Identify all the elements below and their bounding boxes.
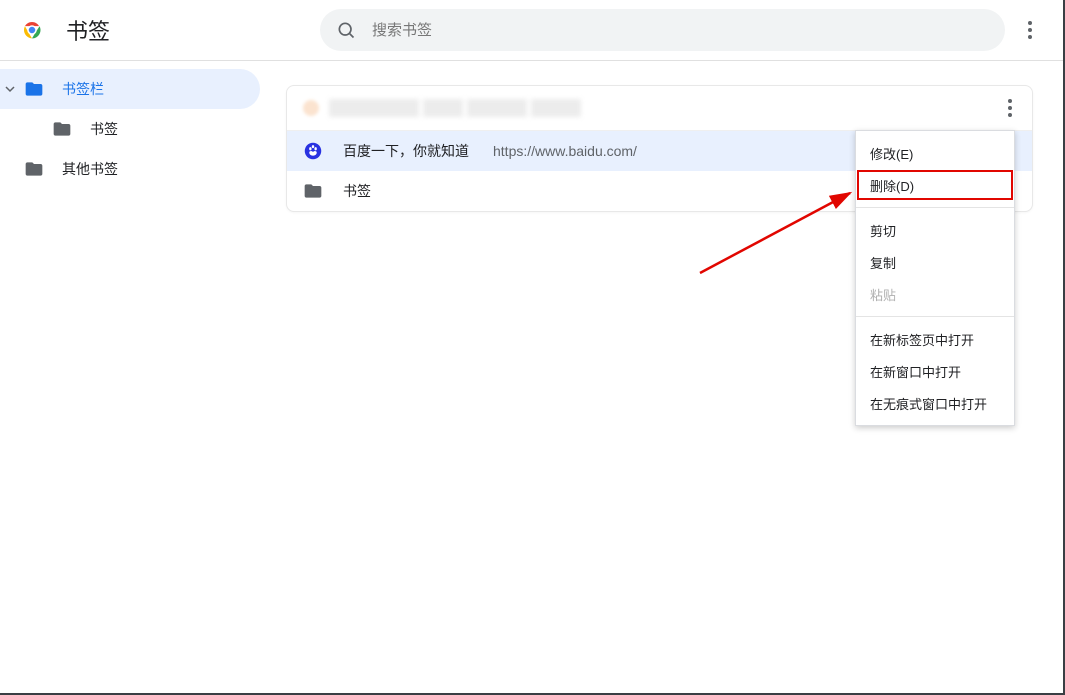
search-input[interactable] — [370, 21, 989, 40]
folder-icon — [303, 181, 323, 201]
menu-item-open-new-tab[interactable]: 在新标签页中打开 — [856, 323, 1014, 355]
item-menu-button[interactable] — [998, 96, 1022, 120]
chrome-logo-icon — [20, 18, 44, 42]
sidebar-item-label: 书签 — [90, 119, 118, 139]
sidebar-item-label: 书签栏 — [62, 79, 104, 99]
context-menu: 修改(E) 删除(D) 剪切 复制 粘贴 在新标签页中打开 在新窗口中打开 在无… — [855, 130, 1015, 426]
list-header-row — [287, 86, 1032, 131]
sidebar-item-label: 其他书签 — [62, 159, 118, 179]
sidebar-item-bookmarks-bar[interactable]: 书签栏 — [0, 69, 260, 109]
menu-item-edit[interactable]: 修改(E) — [856, 137, 1014, 169]
menu-item-paste: 粘贴 — [856, 278, 1014, 310]
redacted-title — [329, 99, 581, 117]
chevron-down-icon[interactable] — [0, 79, 20, 99]
menu-item-cut[interactable]: 剪切 — [856, 214, 1014, 246]
sidebar-item-bookmarks-subfolder[interactable]: 书签 — [0, 109, 260, 149]
favicon-placeholder-icon — [303, 100, 319, 116]
top-bar: 书签 — [0, 0, 1063, 61]
folder-title: 书签 — [343, 181, 371, 201]
menu-item-delete[interactable]: 删除(D) — [856, 169, 1014, 201]
menu-item-open-incognito[interactable]: 在无痕式窗口中打开 — [856, 387, 1014, 419]
folder-icon — [24, 159, 44, 179]
page-menu-button[interactable] — [1018, 18, 1042, 42]
baidu-favicon-icon — [303, 141, 323, 161]
bookmark-title: 百度一下，你就知道 — [343, 141, 469, 161]
sidebar: 书签栏 书签 其他书签 — [0, 61, 260, 694]
menu-item-copy[interactable]: 复制 — [856, 246, 1014, 278]
folder-icon — [52, 119, 72, 139]
sidebar-item-other-bookmarks[interactable]: 其他书签 — [0, 149, 260, 189]
page-title: 书签 — [66, 14, 110, 46]
search-icon — [336, 20, 356, 40]
search-box[interactable] — [320, 9, 1005, 51]
menu-item-open-new-window[interactable]: 在新窗口中打开 — [856, 355, 1014, 387]
folder-icon — [24, 79, 44, 99]
bookmark-url: https://www.baidu.com/ — [493, 143, 637, 159]
